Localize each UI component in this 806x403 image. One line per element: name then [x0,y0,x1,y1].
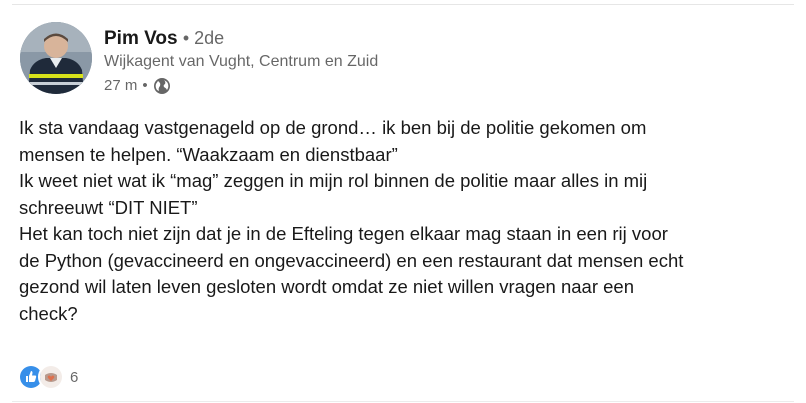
divider [12,4,794,5]
post-body-line: Ik weet niet wat ik “mag” zeggen in mijn… [19,170,648,191]
post-body-line: check? [19,302,78,324]
divider [12,401,794,402]
connection-degree: • 2de [182,28,225,48]
meta-separator: • [142,77,148,94]
post-body-line: Ik sta vandaag vastgenageld op de grond…… [19,117,647,138]
author-name[interactable]: Pim Vos [104,28,178,49]
post-body-line: mensen te helpen. “Waakzaam en dienstbaa… [19,143,398,165]
post-meta: 27 m • [104,76,171,96]
author-row: Pim Vos • 2de [104,26,224,51]
globe-icon [153,77,171,95]
reaction-count[interactable]: 6 [70,369,78,386]
post-body-line: Het kan toch niet zijn dat je in de Efte… [19,223,668,244]
post-body-line: schreeuwt “DIT NIET” [19,196,198,218]
post-time[interactable]: 27 m [104,76,137,96]
post-body-line: gezond wil laten leven gesloten wordt om… [19,276,634,297]
author-headline: Wijkagent van Vught, Centrum en Zuid [104,53,379,70]
post-body-line: de Python (gevaccineerd en ongevaccineer… [19,249,684,271]
reactions-summary[interactable]: 6 [18,364,78,390]
post-card: Pim Vos • 2de Wijkagent van Vught, Centr… [0,0,806,403]
love-icon [38,364,64,390]
post-body: Ik sta vandaag vastgenageld op de grond…… [19,115,789,327]
avatar-photo [20,22,92,94]
avatar[interactable] [20,22,92,94]
